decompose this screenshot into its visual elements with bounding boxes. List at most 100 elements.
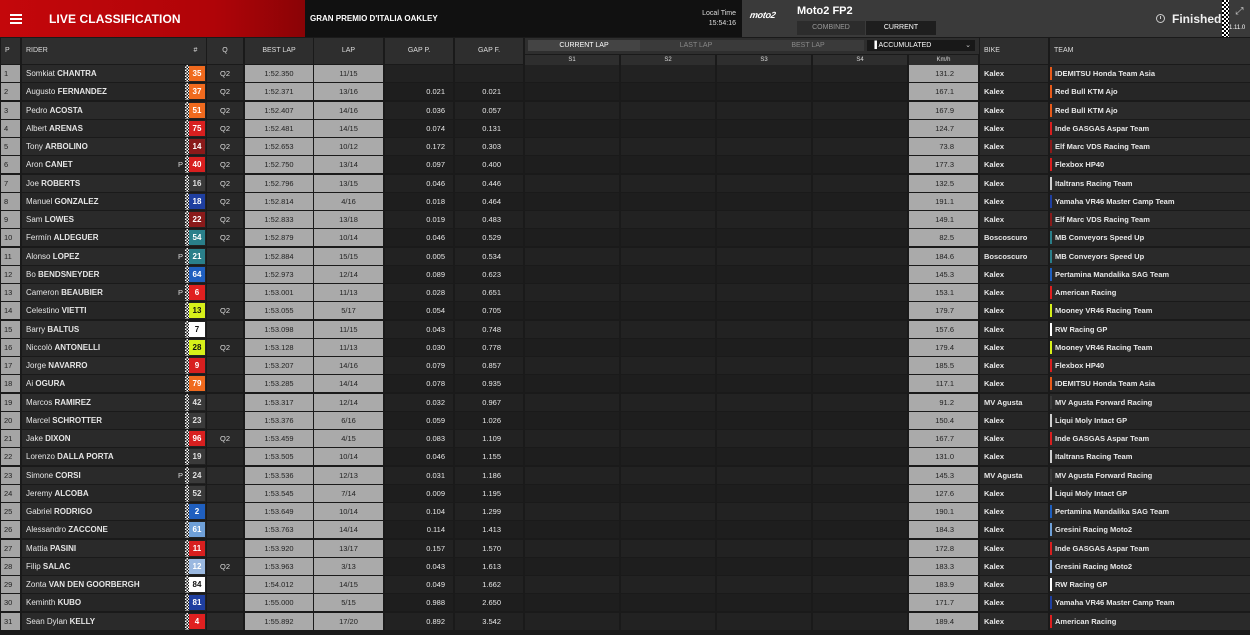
table-row[interactable]: 20 Marcel SCHROTTER 23 1:53.376 6/16 0.059 1.0…	[0, 412, 1250, 429]
gap-previous-cell: 0.046	[385, 448, 453, 465]
table-row[interactable]: 14 Celestino VIETTI 13 Q2 1:53.055 5/17 0.054 0…	[0, 302, 1250, 319]
table-row[interactable]: 19 Marcos RAMIREZ 42 1:53.317 12/14 0.032 0.96…	[0, 394, 1250, 411]
rider-name-cell[interactable]: Sean Dylan KELLY	[22, 613, 185, 630]
rider-name-cell[interactable]: Fermín ALDEGUER	[22, 229, 185, 246]
table-row[interactable]: 26 Alessandro ZACCONE 61 1:53.763 14/14 0.114…	[0, 521, 1250, 538]
sector-4-cell	[813, 321, 907, 338]
rider-name-cell[interactable]: Aron CANET P	[22, 156, 185, 173]
table-row[interactable]: 21 Jake DIXON 96 Q2 1:53.459 4/15 0.083 1.109 16…	[0, 430, 1250, 447]
table-row[interactable]: 9 Sam LOWES 22 Q2 1:52.833 13/18 0.019 0.483 149…	[0, 211, 1250, 228]
table-row[interactable]: 12 Bo BENDSNEYDER 64 1:52.973 12/14 0.089 0.62…	[0, 266, 1250, 283]
rider-name-cell[interactable]: Barry BALTUS	[22, 321, 185, 338]
tab-best-lap[interactable]: BEST LAP	[752, 40, 864, 51]
lap-cell: 13/17	[314, 540, 383, 557]
rider-number: 51	[189, 103, 205, 118]
rider-name-cell[interactable]: Pedro ACOSTA	[22, 102, 185, 119]
rider-name-cell[interactable]: Filip SALAC	[22, 558, 185, 575]
fullscreen-icon[interactable]: ⤢	[1234, 6, 1245, 17]
table-row[interactable]: 18 Ai OGURA 79 1:53.285 14/14 0.078 0.935 117.1…	[0, 375, 1250, 392]
rider-last-name: ARENAS	[49, 124, 83, 133]
table-row[interactable]: 28 Filip SALAC 12 Q2 1:53.963 3/13 0.043 1.613 1…	[0, 558, 1250, 575]
team-color-bar	[1050, 414, 1052, 427]
team-color-bar	[1050, 596, 1052, 609]
rider-name-cell[interactable]: Marcos RAMIREZ	[22, 394, 185, 411]
table-row[interactable]: 2 Augusto FERNANDEZ 37 Q2 1:52.371 13/16 0.021…	[0, 83, 1250, 100]
rider-name-cell[interactable]: Keminth KUBO	[22, 594, 185, 611]
rider-name-cell[interactable]: Mattia PASINI	[22, 540, 185, 557]
rider-name-cell[interactable]: Joe ROBERTS	[22, 175, 185, 192]
tab-combined[interactable]: COMBINED	[797, 21, 865, 35]
rider-name-cell[interactable]: Niccolò ANTONELLI	[22, 339, 185, 356]
rider-name-cell[interactable]: Jorge NAVARRO	[22, 357, 185, 374]
sector-2-cell	[621, 284, 715, 301]
team-name: Pertamina Mandalika SAG Team	[1055, 507, 1170, 516]
tab-current[interactable]: CURRENT	[866, 21, 936, 35]
rider-number-cell: 81	[185, 594, 206, 611]
table-row[interactable]: 7 Joe ROBERTS 16 Q2 1:52.796 13/15 0.046 0.446 1…	[0, 175, 1250, 192]
rider-name-cell[interactable]: Simone CORSI P	[22, 467, 185, 484]
table-row[interactable]: 6 Aron CANET P 40 Q2 1:52.750 13/14 0.097 0.400 1…	[0, 156, 1250, 173]
lap-cell: 6/16	[314, 412, 383, 429]
rider-name-cell[interactable]: Tony ARBOLINO	[22, 138, 185, 155]
rider-name-cell[interactable]: Alessandro ZACCONE	[22, 521, 185, 538]
rider-name-cell[interactable]: Lorenzo DALLA PORTA	[22, 448, 185, 465]
rider-name-cell[interactable]: Sam LOWES	[22, 211, 185, 228]
sector-4-cell	[813, 430, 907, 447]
table-row[interactable]: 31 Sean Dylan KELLY 4 1:55.892 17/20 0.892 3.5…	[0, 613, 1250, 630]
table-row[interactable]: 10 Fermín ALDEGUER 54 Q2 1:52.879 10/14 0.046 0…	[0, 229, 1250, 246]
rider-last-name: ALCOBA	[54, 489, 89, 498]
team-name: American Racing	[1055, 617, 1117, 626]
table-row[interactable]: 23 Simone CORSI P 24 1:53.536 12/13 0.031 1.186…	[0, 467, 1250, 484]
table-row[interactable]: 13 Cameron BEAUBIER P 6 1:53.001 11/13 0.028 0.…	[0, 284, 1250, 301]
rider-name-cell[interactable]: Manuel GONZALEZ	[22, 193, 185, 210]
sector-3-cell	[717, 266, 811, 283]
rider-name-cell[interactable]: Marcel SCHROTTER	[22, 412, 185, 429]
menu-icon[interactable]	[6, 8, 28, 28]
rider-name-cell[interactable]: Alonso LOPEZ P	[22, 248, 185, 265]
team-color-bar	[1050, 469, 1052, 482]
table-row[interactable]: 11 Alonso LOPEZ P 21 1:52.884 15/15 0.005 0.534…	[0, 248, 1250, 265]
gap-previous-cell: 0.030	[385, 339, 453, 356]
rider-number: 84	[189, 577, 205, 592]
table-row[interactable]: 4 Albert ARENAS 75 Q2 1:52.481 14/15 0.074 0.13…	[0, 120, 1250, 137]
rider-name-cell[interactable]: Gabriel RODRIGO	[22, 503, 185, 520]
gap-previous-cell: 0.043	[385, 558, 453, 575]
tab-current-lap[interactable]: CURRENT LAP	[528, 40, 640, 51]
rider-name-cell[interactable]: Jeremy ALCOBA	[22, 485, 185, 502]
table-row[interactable]: 27 Mattia PASINI 11 1:53.920 13/17 0.157 1.570…	[0, 540, 1250, 557]
table-row[interactable]: 24 Jeremy ALCOBA 52 1:53.545 7/14 0.009 1.195 1…	[0, 485, 1250, 502]
table-row[interactable]: 22 Lorenzo DALLA PORTA 19 1:53.505 10/14 0.04…	[0, 448, 1250, 465]
sector-1-cell	[525, 394, 619, 411]
rider-name-cell[interactable]: Zonta VAN DEN GOORBERGH	[22, 576, 185, 593]
sector-4-cell	[813, 120, 907, 137]
table-row[interactable]: 17 Jorge NAVARRO 9 1:53.207 14/16 0.079 0.857 1…	[0, 357, 1250, 374]
team-name: Liqui Moly Intact GP	[1055, 416, 1128, 425]
rider-name-cell[interactable]: Jake DIXON	[22, 430, 185, 447]
table-row[interactable]: 3 Pedro ACOSTA 51 Q2 1:52.407 14/16 0.036 0.057…	[0, 102, 1250, 119]
position-cell: 4	[1, 120, 20, 137]
rider-name-cell[interactable]: Albert ARENAS	[22, 120, 185, 137]
table-row[interactable]: 16 Niccolò ANTONELLI 28 Q2 1:53.128 11/13 0.03…	[0, 339, 1250, 356]
table-row[interactable]: 5 Tony ARBOLINO 14 Q2 1:52.653 10/12 0.172 0.30…	[0, 138, 1250, 155]
rider-first-name: Marcos	[26, 398, 53, 407]
rider-name-cell[interactable]: Somkiat CHANTRA	[22, 65, 185, 82]
position-cell: 5	[1, 138, 20, 155]
col-header-bike: BIKE	[980, 38, 1048, 64]
table-row[interactable]: 8 Manuel GONZALEZ 18 Q2 1:52.814 4/16 0.018 0.4…	[0, 193, 1250, 210]
table-row[interactable]: 30 Keminth KUBO 81 1:55.000 5/15 0.988 2.650 17…	[0, 594, 1250, 611]
rider-name-cell[interactable]: Cameron BEAUBIER P	[22, 284, 185, 301]
table-row[interactable]: 25 Gabriel RODRIGO 2 1:53.649 10/14 0.104 1.29…	[0, 503, 1250, 520]
table-row[interactable]: 29 Zonta VAN DEN GOORBERGH 84 1:54.012 14/15…	[0, 576, 1250, 593]
tab-last-lap[interactable]: LAST LAP	[640, 40, 752, 51]
rider-name-cell[interactable]: Celestino VIETTI	[22, 302, 185, 319]
rider-name-cell[interactable]: Ai OGURA	[22, 375, 185, 392]
table-row[interactable]: 1 Somkiat CHANTRA 35 Q2 1:52.350 11/15 131.2 Ka…	[0, 65, 1250, 82]
rider-number-cell: 14	[185, 138, 206, 155]
rider-name-cell[interactable]: Bo BENDSNEYDER	[22, 266, 185, 283]
rider-name-cell[interactable]: Augusto FERNANDEZ	[22, 83, 185, 100]
gap-previous-cell: 0.031	[385, 467, 453, 484]
table-row[interactable]: 15 Barry BALTUS 7 1:53.098 11/15 0.043 0.748 15…	[0, 321, 1250, 338]
accumulated-dropdown[interactable]: ▐ ACCUMULATED ⌄	[867, 40, 975, 51]
position-cell: 14	[1, 302, 20, 319]
best-lap-cell: 1:52.814	[245, 193, 313, 210]
